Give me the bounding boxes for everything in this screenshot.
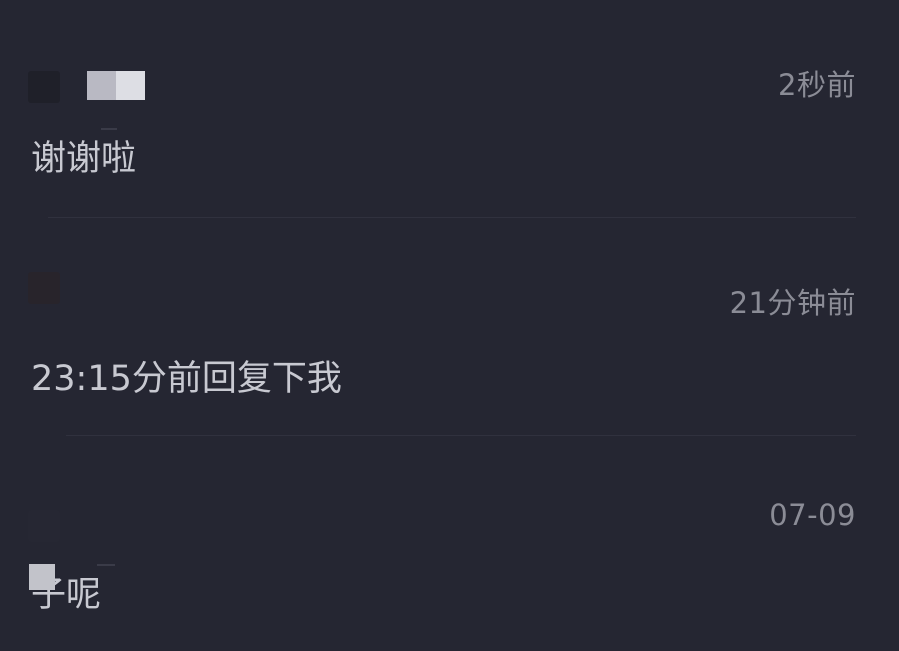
- timestamp: 2秒前: [778, 68, 856, 102]
- notification-list: 2秒前 谢谢啦 21分钟前 23:15分前回复下我 07-09 子呢: [0, 0, 899, 651]
- avatar[interactable]: [28, 510, 60, 542]
- timestamp: 07-09: [769, 498, 856, 532]
- list-item[interactable]: 07-09 子呢: [0, 436, 899, 651]
- redacted-username: [87, 71, 145, 100]
- message-text: 谢谢啦: [31, 139, 137, 179]
- redaction-block: [87, 71, 116, 100]
- timestamp: 21分钟前: [729, 286, 856, 320]
- avatar[interactable]: [28, 272, 60, 304]
- list-item[interactable]: 2秒前 谢谢啦: [0, 0, 899, 218]
- redaction-block: [116, 71, 145, 100]
- avatar[interactable]: [28, 71, 60, 103]
- list-item[interactable]: 21分钟前 23:15分前回复下我: [0, 218, 899, 436]
- message-text: 23:15分前回复下我: [31, 359, 342, 399]
- redaction-artifact: [97, 564, 115, 566]
- redaction-block: [29, 564, 55, 590]
